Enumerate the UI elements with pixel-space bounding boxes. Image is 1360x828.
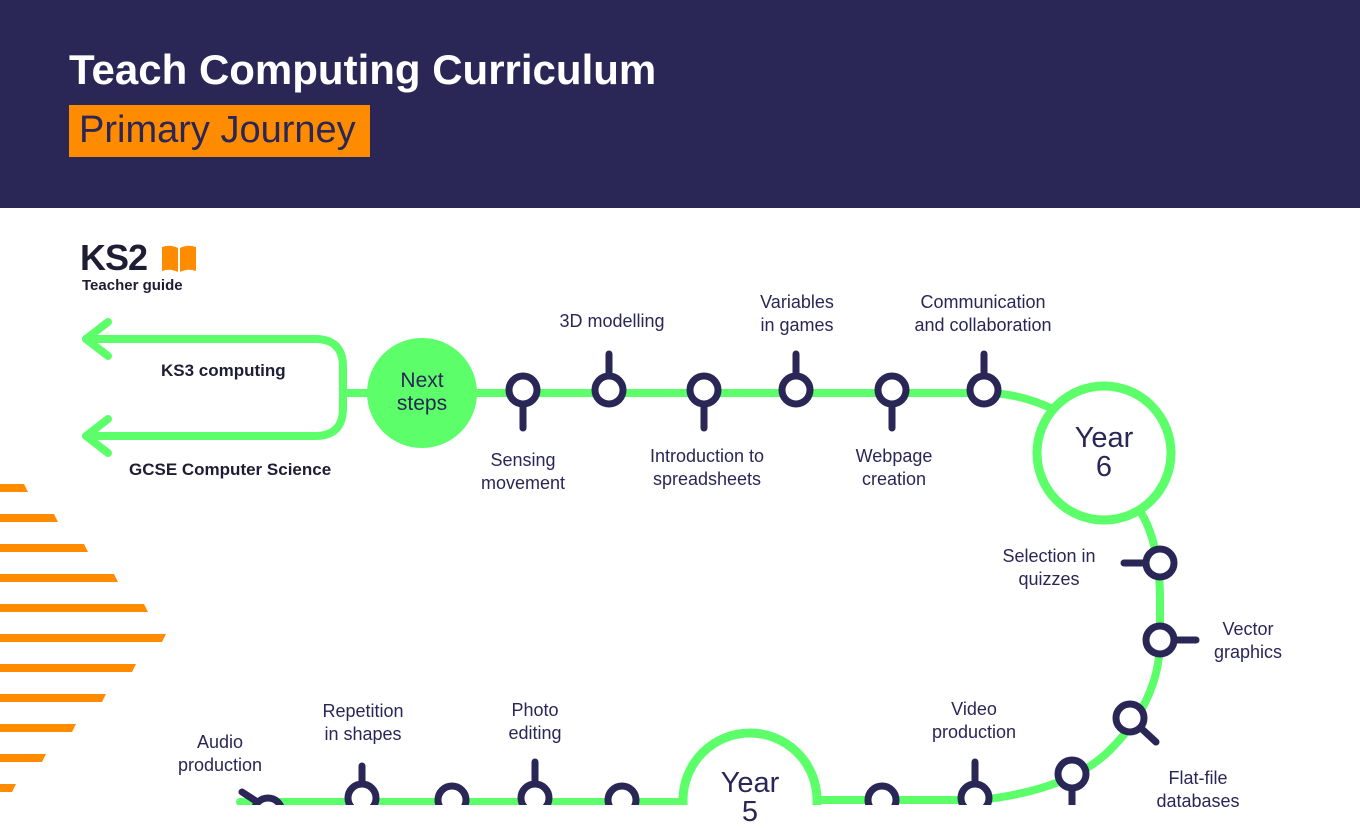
station-communication-and-collaboration: Communication and collaboration <box>914 292 1052 335</box>
station-flat-file-databases: Flat-file databases <box>1156 768 1240 811</box>
station-repetition-in-shapes: Repetition in shapes <box>322 701 404 744</box>
station-webpage-creation: Webpage creation <box>855 446 933 489</box>
destination-ks3: KS3 computing <box>161 361 286 380</box>
station-video-production: Video production <box>931 699 1017 742</box>
station-introduction-to-spreadsheets: Introduction to spreadsheets <box>649 446 765 489</box>
year6-label: Year 6 <box>1074 422 1134 483</box>
next-steps-label: Next steps <box>396 369 448 415</box>
destination-gcse: GCSE Computer Science <box>129 460 332 479</box>
station-vector-graphics: Vector graphics <box>1213 619 1283 662</box>
year5-label: Year 5 <box>720 767 780 828</box>
route-map <box>82 318 1200 805</box>
station-3d-modelling: 3D modelling <box>559 311 665 331</box>
station-audio-production: Audio production <box>177 732 263 775</box>
station-variables-in-games: Variables in games <box>760 292 834 335</box>
station-sensing-movement: Sensing movement <box>480 450 566 493</box>
station-selection-in-quizzes: Selection in quizzes <box>1002 546 1096 589</box>
station-photo-editing: Photo editing <box>508 700 562 743</box>
